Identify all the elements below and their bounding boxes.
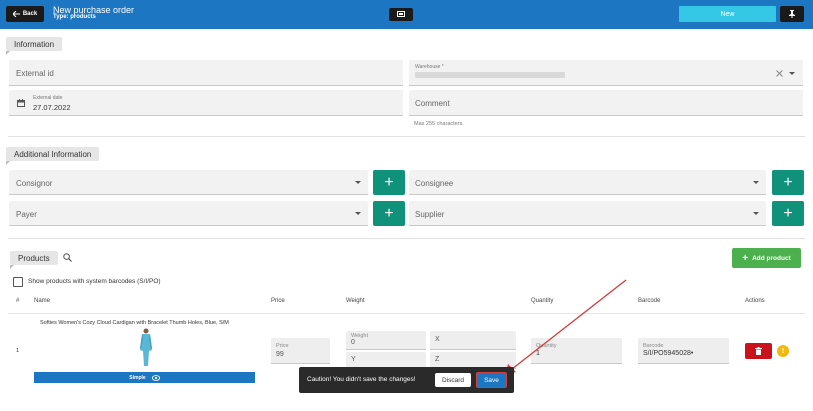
show-system-barcodes-label: Show products with system barcodes (S/I/… — [28, 278, 161, 285]
payer-select[interactable]: Payer — [9, 201, 368, 226]
supplier-label: Supplier — [415, 210, 445, 219]
consignee-label: Consignee — [415, 179, 454, 188]
consignee-select[interactable]: Consignee — [409, 170, 766, 195]
consignor-label: Consignor — [16, 179, 53, 188]
external-id-label: External id — [16, 69, 54, 78]
eye-icon — [151, 374, 160, 381]
section-additional-information: Additional Information — [6, 147, 100, 165]
close-icon[interactable] — [776, 70, 783, 77]
chevron-down-icon[interactable] — [789, 72, 795, 75]
price-input-value: 99 — [276, 351, 284, 358]
external-date-field[interactable]: External date 27.07.2022 — [9, 90, 403, 116]
column-header-num: # — [16, 298, 20, 304]
quantity-input[interactable]: Quantity 1 — [531, 338, 622, 364]
add-supplier-button[interactable]: + — [772, 201, 804, 226]
product-type-label: Simple — [129, 374, 146, 381]
search-icon[interactable] — [63, 253, 72, 262]
weight-input-value: 0 — [351, 339, 355, 346]
external-date-label: External date — [33, 95, 63, 101]
row-index: 1 — [16, 348, 20, 354]
pin-icon — [789, 10, 795, 18]
product-image — [140, 328, 152, 366]
external-id-field[interactable]: External id — [9, 60, 403, 86]
add-payer-button[interactable]: + — [373, 201, 405, 226]
weight-input[interactable]: Weight 0 — [346, 331, 426, 350]
add-consignee-button[interactable]: + — [772, 170, 804, 195]
tab-products[interactable]: Products — [10, 251, 58, 269]
product-type-simple-button[interactable]: Simple — [34, 372, 255, 383]
column-header-actions: Actions — [745, 298, 765, 304]
price-input-label: Price — [276, 343, 289, 349]
pin-button[interactable] — [780, 6, 804, 22]
status-button[interactable]: New — [679, 6, 776, 22]
warehouse-label: Warehouse * — [415, 64, 444, 70]
comment-field[interactable]: Comment — [409, 90, 803, 116]
dimension-y-label: Y — [351, 356, 356, 363]
calendar-icon[interactable] — [17, 99, 25, 107]
product-name: Softies Women's Cozy Cloud Cardigan with… — [40, 320, 229, 326]
chevron-down-icon[interactable] — [355, 181, 361, 184]
barcode-input-label: Barcode — [643, 343, 664, 349]
column-header-weight: Weight — [346, 298, 365, 304]
barcode-input-value: S/I/PO5945028• — [643, 350, 694, 357]
comment-label: Comment — [415, 99, 450, 108]
chevron-down-icon[interactable] — [753, 181, 759, 184]
add-product-label: Add product — [752, 254, 791, 262]
plus-icon: + — [783, 204, 793, 222]
quantity-input-value: 1 — [536, 350, 540, 357]
warehouse-value-redacted — [415, 72, 565, 78]
dimension-x-label: X — [435, 336, 440, 343]
warehouse-select[interactable]: Warehouse * — [409, 60, 803, 86]
chevron-down-icon[interactable] — [753, 212, 759, 215]
plus-icon: + — [384, 173, 394, 191]
comment-hint: Max 255 characters. — [414, 121, 464, 127]
add-product-button[interactable]: + Add product — [732, 248, 801, 268]
consignor-select[interactable]: Consignor — [9, 170, 368, 195]
section-information: Information — [6, 37, 63, 55]
supplier-select[interactable]: Supplier — [409, 201, 766, 226]
dimension-x-input[interactable]: X — [430, 331, 516, 350]
column-header-quantity: Quantity — [531, 298, 554, 304]
external-date-value: 27.07.2022 — [33, 103, 71, 112]
plus-icon: + — [384, 204, 394, 222]
back-button-label: Back — [22, 11, 38, 17]
chevron-down-icon[interactable] — [355, 212, 361, 215]
plus-icon: + — [742, 252, 749, 264]
section-divider — [8, 136, 805, 137]
column-header-barcode: Barcode — [638, 298, 661, 304]
price-input[interactable]: Price 99 — [271, 338, 330, 364]
barcode-input[interactable]: Barcode S/I/PO5945028• — [638, 338, 729, 364]
back-button[interactable]: Back — [6, 6, 44, 22]
add-consignor-button[interactable]: + — [373, 170, 405, 195]
column-header-price: Price — [271, 298, 285, 304]
page-subtitle: Type: products — [53, 14, 96, 20]
plus-icon: + — [783, 173, 793, 191]
column-header-name: Name — [34, 298, 51, 304]
table-header-divider — [8, 313, 805, 314]
quantity-input-label: Quantity — [536, 343, 557, 349]
print-button[interactable] — [389, 8, 413, 21]
delete-product-button[interactable] — [745, 343, 772, 359]
trash-icon — [755, 347, 762, 355]
dimension-z-label: Z — [435, 356, 440, 363]
save-button[interactable]: Save — [476, 372, 507, 388]
app-header: Back New purchase order Type: products N… — [0, 0, 813, 29]
section-divider — [8, 238, 805, 239]
arrow-left-icon — [12, 11, 20, 17]
print-icon — [397, 11, 405, 17]
unsaved-changes-snackbar: Caution! You didn't save the changes! Di… — [299, 367, 514, 393]
discard-button[interactable]: Discard — [435, 373, 471, 387]
info-icon: ! — [781, 347, 785, 355]
product-info-button[interactable]: ! — [777, 345, 789, 357]
snackbar-message: Caution! You didn't save the changes! — [307, 376, 416, 383]
payer-label: Payer — [16, 210, 37, 219]
show-system-barcodes-checkbox[interactable] — [13, 277, 23, 287]
